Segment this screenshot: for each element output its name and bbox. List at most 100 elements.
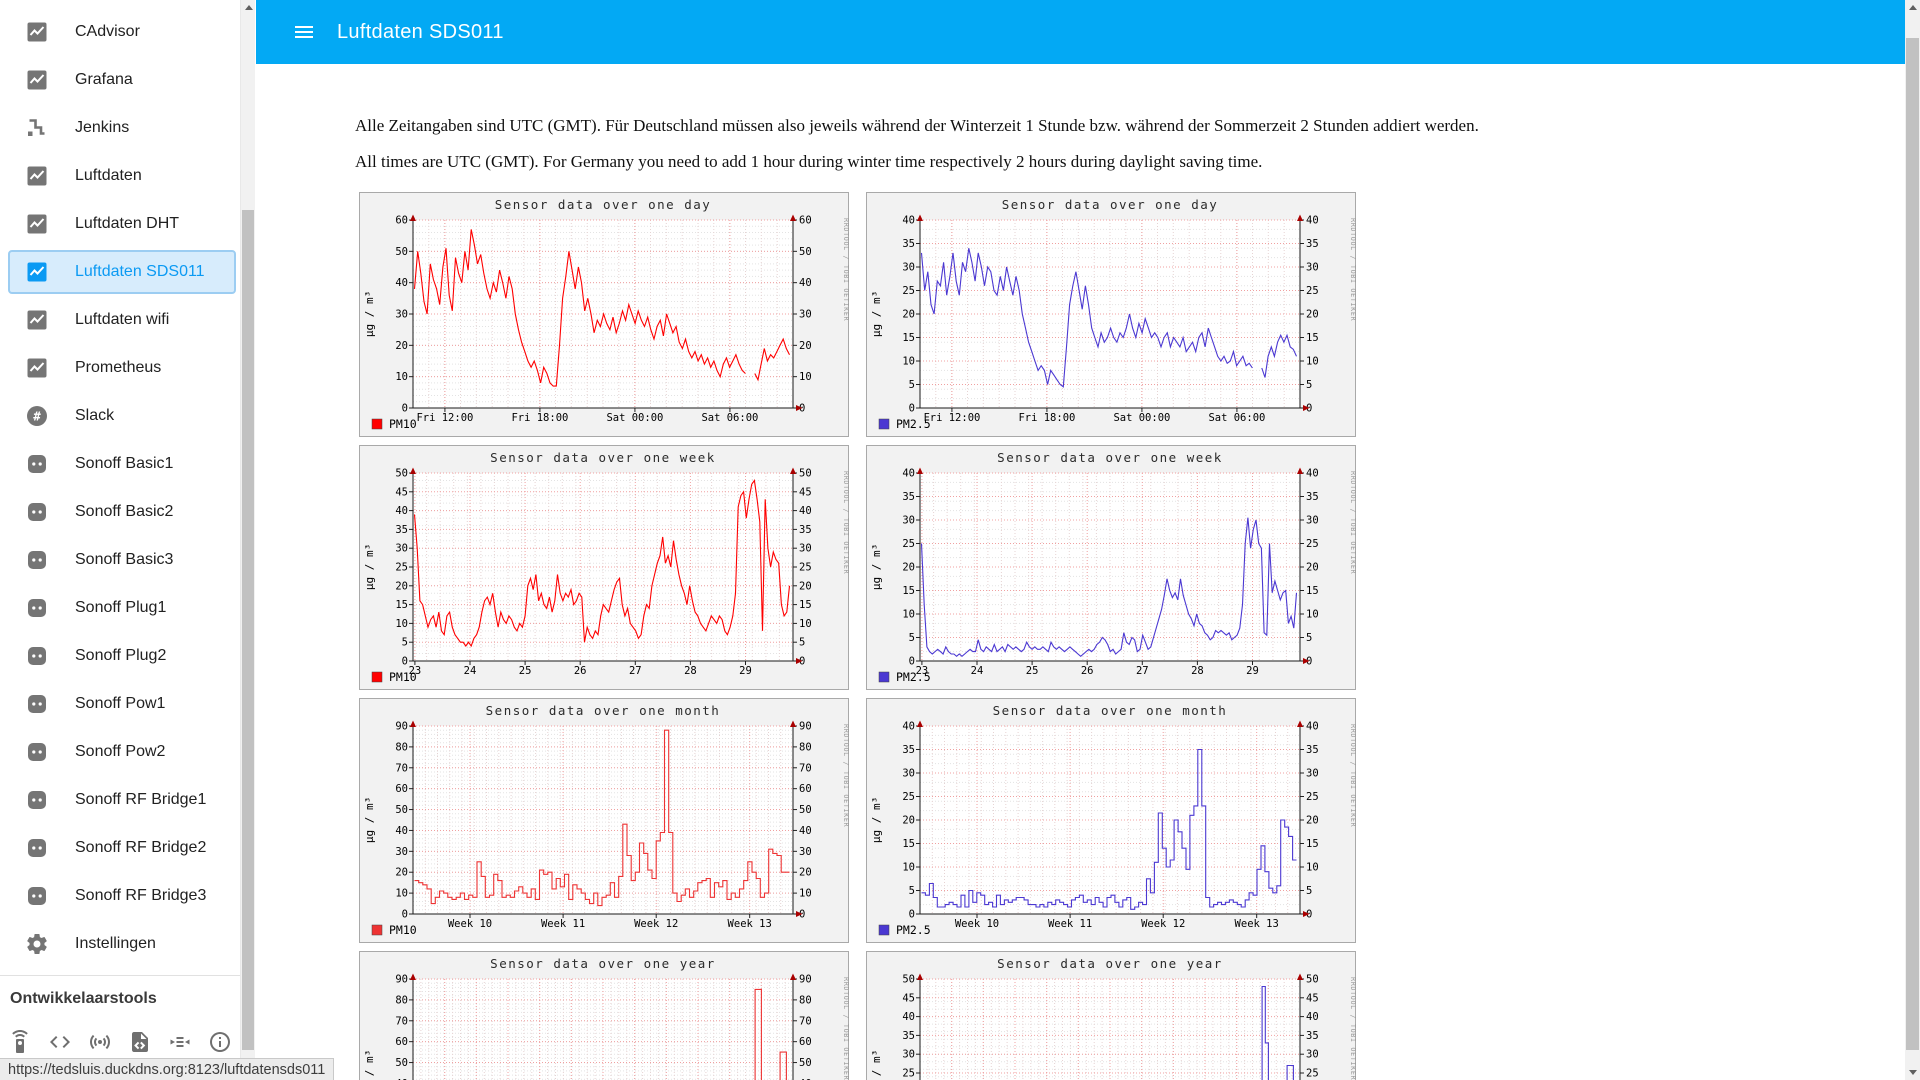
svg-text:10: 10 [799, 888, 812, 900]
svg-text:Sensor data over one month: Sensor data over one month [993, 703, 1228, 718]
svg-text:50: 50 [902, 974, 915, 986]
svg-text:40: 40 [1306, 468, 1319, 480]
sidebar-item-luftdaten-dht[interactable]: Luftdaten DHT [0, 200, 240, 248]
svg-text:50: 50 [1306, 974, 1319, 986]
sidebar-item-sonoff-plug1[interactable]: Sonoff Plug1 [0, 584, 240, 632]
sidebar-item-prometheus[interactable]: Prometheus [0, 344, 240, 392]
sidebar-item-sonoff-pow2[interactable]: Sonoff Pow2 [0, 728, 240, 776]
sidebar-item-jenkins[interactable]: Jenkins [0, 104, 240, 152]
sidebar-item-sonoff-plug2[interactable]: Sonoff Plug2 [0, 632, 240, 680]
file-code-icon[interactable] [128, 1030, 152, 1054]
svg-text:RRDTOOL / TOBI OETIKER: RRDTOOL / TOBI OETIKER [842, 471, 850, 575]
sidebar-scrollbar[interactable] [240, 0, 255, 1080]
access-point-icon[interactable] [88, 1030, 112, 1054]
svg-text:40: 40 [902, 468, 915, 480]
svg-text:35: 35 [1306, 744, 1319, 756]
svg-text:Fri 12:00: Fri 12:00 [416, 412, 473, 424]
sidebar-item-instellingen[interactable]: Instellingen [0, 920, 240, 968]
svg-text:Fri 12:00: Fri 12:00 [923, 412, 980, 424]
chart-svg: 0 010 1020 2030 3040 4050 5060 60Fri 12:00 Fri 1… [363, 197, 850, 431]
svg-text:29: 29 [739, 665, 752, 677]
sidebar-scroll-up-arrow[interactable] [241, 0, 256, 16]
remote-icon[interactable] [8, 1030, 32, 1054]
status-url: https://tedsluis.duckdns.org:8123/luftda… [8, 1061, 326, 1078]
svg-text:70: 70 [395, 762, 408, 774]
svg-text:PM2.5: PM2.5 [896, 923, 931, 937]
sidebar-item-sonoff-rf-bridge1[interactable]: Sonoff RF Bridge1 [0, 776, 240, 824]
window-scroll-down-arrow[interactable] [1905, 1064, 1920, 1080]
svg-text:20: 20 [799, 340, 812, 352]
svg-text:50: 50 [799, 468, 812, 480]
svg-text:30: 30 [395, 309, 408, 321]
outlet-icon [25, 884, 49, 908]
code-tags-icon[interactable] [48, 1030, 72, 1054]
svg-text:40: 40 [1306, 215, 1319, 227]
svg-text:28: 28 [684, 665, 697, 677]
svg-text:Sensor data over one day: Sensor data over one day [1002, 197, 1219, 212]
chart-month-pm10: 0 0 10 10 20 20 30 30 40 40 50 50 60 60 70 70 80 80 90 90 We… [359, 698, 850, 943]
svg-text:20: 20 [902, 309, 915, 321]
svg-text:25: 25 [1306, 1068, 1319, 1080]
sidebar-item-sonoff-basic2[interactable]: Sonoff Basic2 [0, 488, 240, 536]
svg-text:25: 25 [902, 538, 915, 550]
sidebar-item-sonoff-rf-bridge2[interactable]: Sonoff RF Bridge2 [0, 824, 240, 872]
svg-text:20: 20 [1306, 562, 1319, 574]
main-area: Luftdaten SDS011 Alle Zeitangaben sind U… [256, 0, 1905, 1080]
svg-text:30: 30 [1306, 262, 1319, 274]
window-scroll-up-arrow[interactable] [1905, 0, 1920, 16]
svg-text:60: 60 [395, 215, 408, 227]
svg-text:Sensor data over one week: Sensor data over one week [997, 450, 1223, 465]
svg-text:µg / m³: µg / m³ [870, 544, 883, 590]
svg-text:25: 25 [799, 562, 812, 574]
svg-text:PM10: PM10 [389, 670, 417, 684]
svg-text:60: 60 [395, 1036, 408, 1048]
sidebar-item-sonoff-pow1[interactable]: Sonoff Pow1 [0, 680, 240, 728]
svg-text:Week 12: Week 12 [1141, 918, 1185, 930]
sidebar-item-sonoff-basic3[interactable]: Sonoff Basic3 [0, 536, 240, 584]
sidebar-item-label: Slack [75, 407, 115, 424]
svg-text:80: 80 [799, 994, 812, 1006]
sidebar-item-sonoff-basic1[interactable]: Sonoff Basic1 [0, 440, 240, 488]
window-scrollbar-thumb[interactable] [1906, 38, 1919, 1050]
svg-text:15: 15 [902, 332, 915, 344]
svg-text:40: 40 [1306, 1011, 1319, 1023]
svg-text:30: 30 [902, 262, 915, 274]
info-icon[interactable] [208, 1030, 232, 1054]
svg-text:25: 25 [902, 285, 915, 297]
outlet-icon [25, 836, 49, 860]
window-scrollbar[interactable] [1905, 0, 1920, 1080]
sidebar-item-label: Sonoff RF Bridge1 [75, 791, 207, 808]
sidebar-item-grafana[interactable]: Grafana [0, 56, 240, 104]
svg-text:µg / m³: µg / m³ [363, 1050, 376, 1080]
events-icon[interactable] [168, 1030, 192, 1054]
svg-text:35: 35 [1306, 491, 1319, 503]
sidebar-item-sonoff-rf-bridge3[interactable]: Sonoff RF Bridge3 [0, 872, 240, 920]
sidebar-item-slack[interactable]: # Slack [0, 392, 240, 440]
svg-text:Sensor data over one month: Sensor data over one month [486, 703, 721, 718]
svg-text:#: # [33, 408, 41, 423]
sidebar-item-cadvisor[interactable]: CAdvisor [0, 8, 240, 56]
svg-text:RRDTOOL / TOBI OETIKER: RRDTOOL / TOBI OETIKER [842, 218, 850, 322]
svg-text:Week 12: Week 12 [634, 918, 678, 930]
svg-text:45: 45 [1306, 992, 1319, 1004]
sidebar-item-luftdaten-sds011[interactable]: Luftdaten SDS011 [8, 250, 236, 294]
svg-text:RRDTOOL / TOBI OETIKER: RRDTOOL / TOBI OETIKER [1349, 471, 1357, 575]
svg-text:Fri 18:00: Fri 18:00 [511, 412, 568, 424]
slack-icon: # [25, 404, 49, 428]
svg-text:25: 25 [1306, 285, 1319, 297]
chart-svg: 0055101015152020252530303535404045455050… [363, 450, 850, 684]
svg-text:30: 30 [1306, 768, 1319, 780]
svg-text:Sat 06:00: Sat 06:00 [701, 412, 758, 424]
svg-text:µg / m³: µg / m³ [870, 1050, 883, 1080]
sidebar-scrollbar-thumb[interactable] [242, 210, 254, 1050]
timezone-note-en: All times are UTC (GMT). For Germany you… [355, 152, 1263, 171]
sidebar-item-luftdaten-wifi[interactable]: Luftdaten wifi [0, 296, 240, 344]
sidebar-item-label: Luftdaten DHT [75, 215, 180, 232]
outlet-icon [25, 692, 49, 716]
sidebar-item-luftdaten[interactable]: Luftdaten [0, 152, 240, 200]
sidebar-item-label: Prometheus [75, 359, 162, 376]
sidebar-item-label: Sonoff RF Bridge2 [75, 839, 207, 856]
menu-button[interactable] [292, 20, 316, 44]
chart-svg: 0 05 510 1015 1520 2025 2530 3035 3540 40Fri 12:0… [870, 197, 1357, 431]
svg-text:10: 10 [395, 371, 408, 383]
